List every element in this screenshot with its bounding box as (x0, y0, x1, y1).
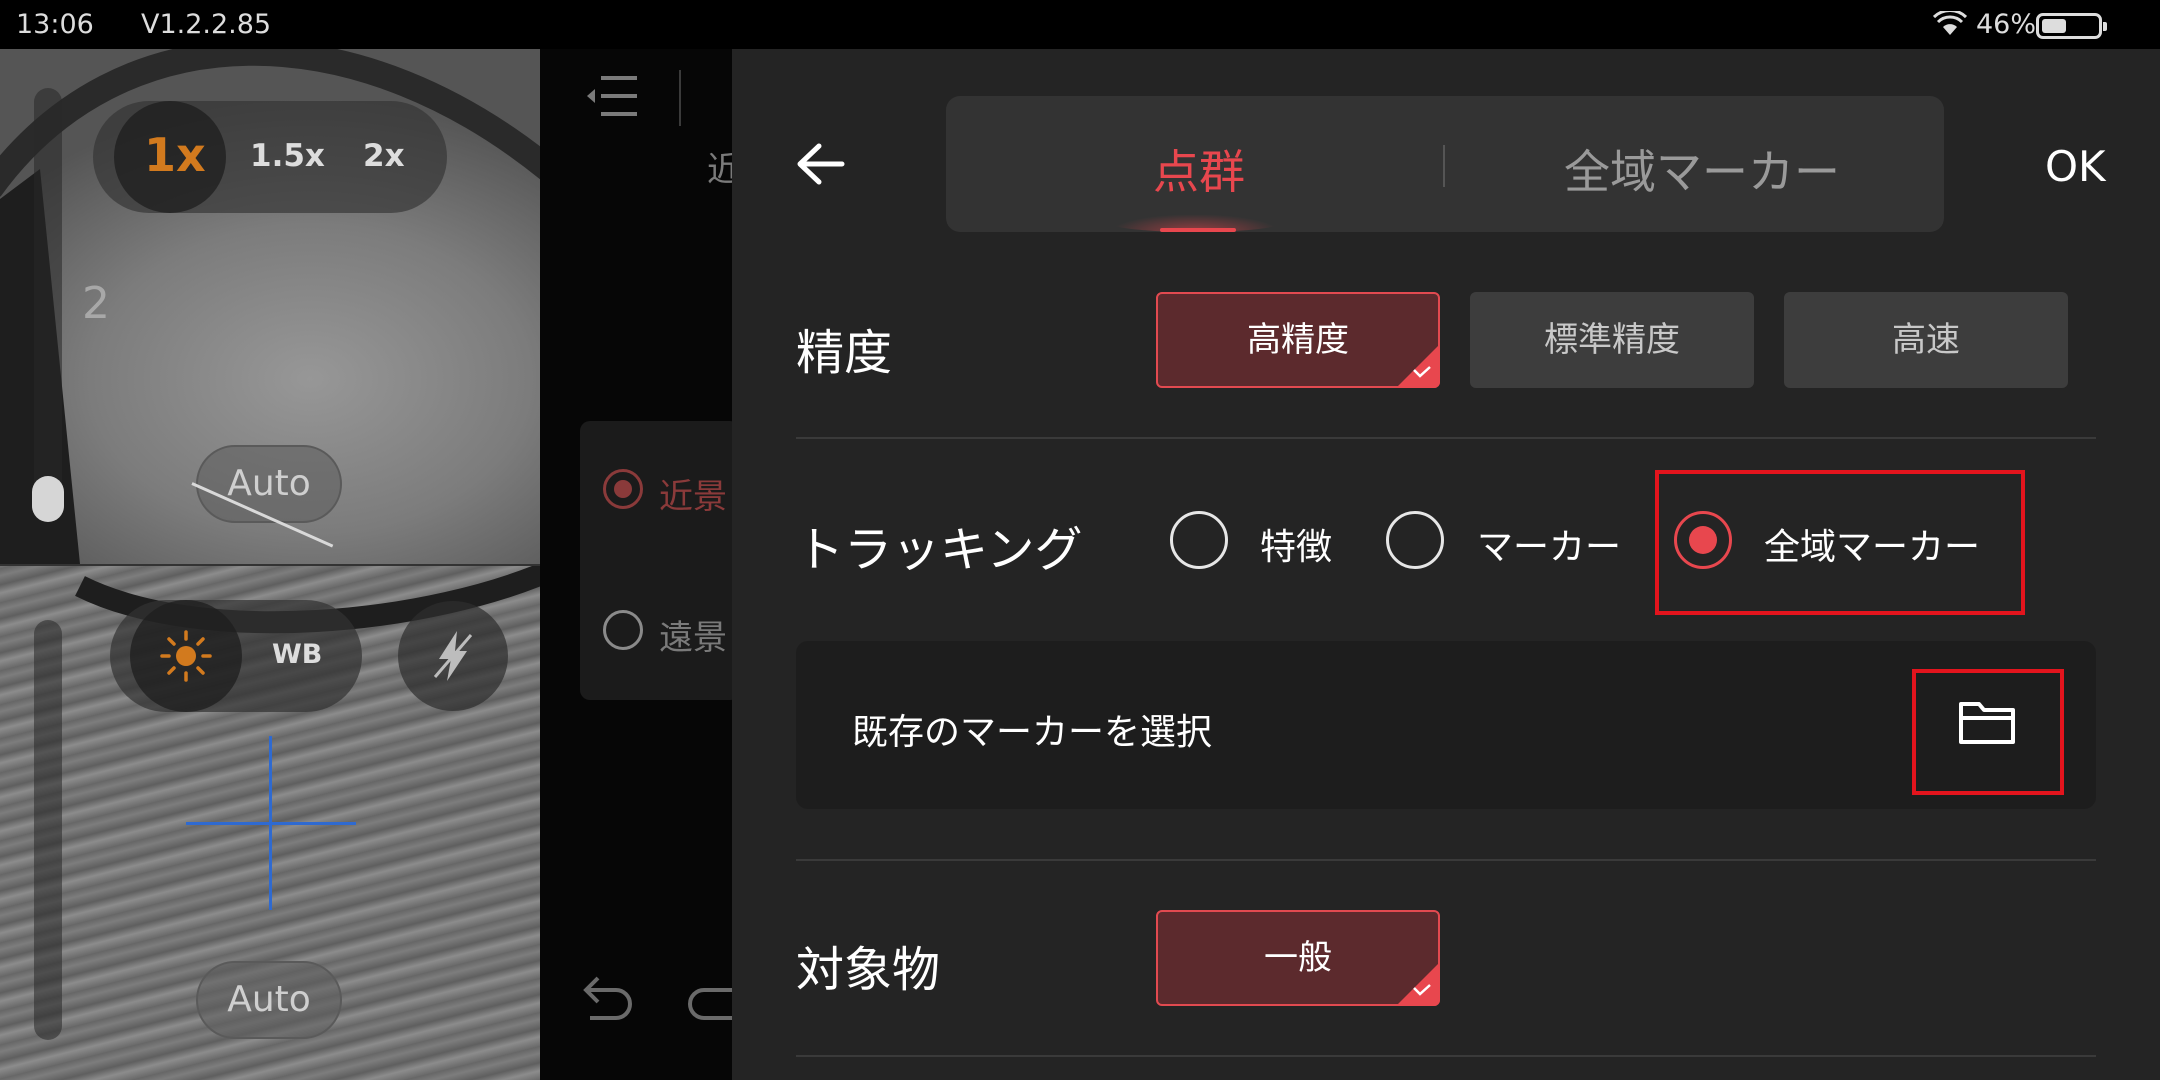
redo-icon[interactable] (684, 970, 732, 1022)
exposure-auto-button[interactable]: Auto (196, 445, 342, 523)
focus-auto-label: Auto (227, 979, 311, 1020)
accuracy-label: 精度 (796, 325, 893, 381)
ok-button[interactable]: OK (2045, 142, 2106, 191)
accuracy-option-high-label: 高精度 (1247, 320, 1349, 360)
wifi-icon (1933, 11, 1967, 35)
status-bar: 13:06 V1.2.2.85 46% (0, 0, 2160, 49)
section-divider (796, 859, 2096, 861)
undo-icon[interactable] (580, 970, 636, 1022)
menu-collapse-icon[interactable] (585, 74, 639, 118)
accuracy-option-standard-label: 標準精度 (1544, 320, 1680, 360)
tab-global-marker[interactable]: 全域マーカー (1564, 136, 1840, 202)
battery-icon (2036, 13, 2107, 39)
app-version: V1.2.2.85 (141, 9, 272, 40)
tracking-radio-marker-label: マーカー (1477, 527, 1622, 568)
radio-far-label: 遠景 (659, 618, 727, 658)
zoom-option-2x[interactable]: 2x (363, 138, 405, 174)
tab-active-indicator (1160, 228, 1236, 232)
wb-button[interactable]: WB (272, 639, 322, 670)
zoom-option-1x[interactable]: 1x (144, 128, 206, 182)
back-arrow-icon[interactable] (795, 142, 845, 186)
zoom-option-1-5x[interactable]: 1.5x (250, 138, 325, 174)
accuracy-option-fast[interactable]: 高速 (1784, 292, 2068, 388)
highlight-box-global-marker (1655, 470, 2025, 615)
tracking-label: トラッキング (796, 522, 1083, 578)
battery-percent: 46% (1976, 9, 2037, 40)
check-icon (1413, 366, 1431, 378)
check-icon (1413, 984, 1431, 996)
focus-auto-button[interactable]: Auto (196, 961, 342, 1039)
section-divider (796, 437, 2096, 439)
sun-icon (160, 630, 212, 682)
accuracy-option-high[interactable]: 高精度 (1156, 292, 1440, 388)
radio-near-label: 近景 (659, 477, 727, 517)
status-time: 13:06 (16, 9, 94, 40)
camera-label: 2 (82, 278, 110, 329)
radio-far[interactable] (603, 610, 643, 650)
crosshair-icon-h (186, 822, 356, 825)
exposure-slider-thumb[interactable] (32, 476, 64, 522)
tab-separator (1443, 145, 1445, 187)
tab-point-cloud[interactable]: 点群 (1153, 136, 1245, 202)
focus-slider-track[interactable] (34, 620, 62, 1040)
tracking-radio-feature-label: 特徴 (1260, 527, 1333, 568)
accuracy-option-fast-label: 高速 (1892, 320, 1960, 360)
tracking-radio-marker[interactable] (1386, 511, 1444, 569)
flash-button[interactable] (398, 601, 508, 711)
accuracy-option-standard[interactable]: 標準精度 (1470, 292, 1754, 388)
radio-near[interactable] (603, 469, 643, 509)
highlight-box-folder (1912, 669, 2064, 795)
tracking-radio-feature[interactable] (1170, 511, 1228, 569)
target-label: 対象物 (796, 942, 941, 998)
exposure-auto-label: Auto (227, 463, 311, 504)
section-divider (796, 1055, 2096, 1057)
flash-auto-icon (433, 631, 473, 681)
exposure-slider-track[interactable] (34, 88, 62, 518)
toolbar-divider (679, 70, 681, 126)
target-option-general[interactable]: 一般 (1156, 910, 1440, 1006)
target-option-general-label: 一般 (1264, 938, 1332, 978)
existing-marker-label: 既存のマーカーを選択 (852, 712, 1213, 753)
brightness-button[interactable] (130, 600, 242, 712)
